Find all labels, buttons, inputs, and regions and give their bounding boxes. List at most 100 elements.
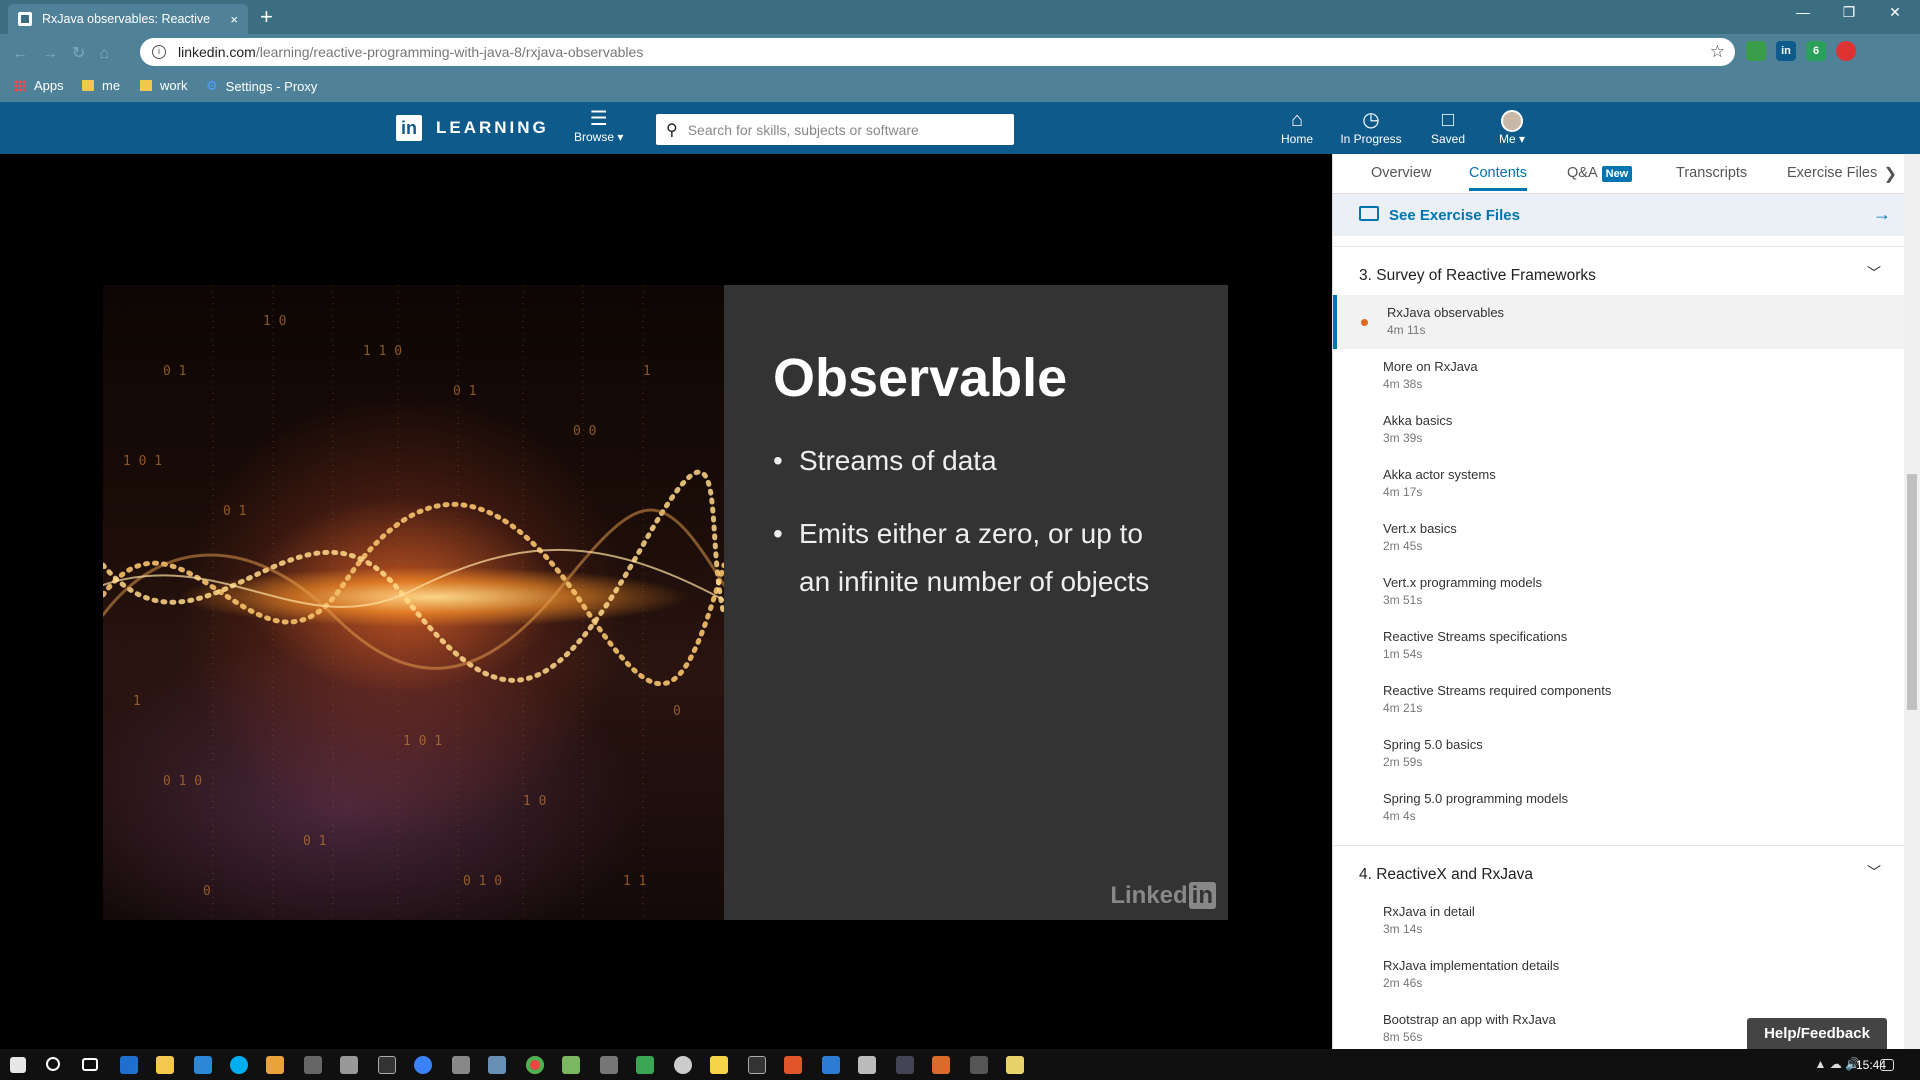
tab-overview[interactable]: Overview [1371, 165, 1431, 181]
video-item[interactable]: More on RxJava 4m 38s [1333, 349, 1905, 403]
bookmark-settings-proxy[interactable]: ⚙ Settings - Proxy [206, 78, 317, 94]
search-icon: ⚲ [666, 121, 678, 139]
slide-title: Observable [773, 348, 1068, 408]
app-icon[interactable] [636, 1056, 654, 1074]
video-item[interactable]: RxJava implementation details 2m 46s [1333, 948, 1905, 1002]
bookmark-star-icon[interactable]: ☆ [1710, 42, 1725, 62]
close-window-icon[interactable]: ✕ [1872, 4, 1918, 21]
profile-icon[interactable] [1836, 41, 1856, 61]
new-badge: New [1601, 166, 1633, 182]
slide-text-panel: Observable Streams of data Emits either … [724, 285, 1228, 920]
app-icon[interactable] [414, 1056, 432, 1074]
app-icon[interactable] [562, 1056, 580, 1074]
video-item[interactable]: Akka actor systems 4m 17s [1333, 457, 1905, 511]
svg-text:0: 0 [673, 704, 681, 719]
section-header[interactable]: 4. ReactiveX and RxJava ﹀ [1333, 846, 1905, 894]
video-item[interactable]: Akka basics 3m 39s [1333, 403, 1905, 457]
svg-text:0 0: 0 0 [573, 424, 596, 439]
tab-qa[interactable]: Q&A New [1567, 165, 1633, 182]
app-icon[interactable] [932, 1056, 950, 1074]
help-feedback-button[interactable]: Help/Feedback [1747, 1018, 1887, 1049]
scrollbar-thumb[interactable] [1907, 474, 1917, 710]
outlook-icon[interactable] [120, 1056, 138, 1074]
svg-text:0: 0 [203, 884, 211, 899]
tab-exercise-files[interactable]: Exercise Files [1787, 165, 1877, 181]
task-view-icon[interactable] [82, 1058, 98, 1071]
sticky-notes-icon[interactable] [710, 1056, 728, 1074]
intellij-icon[interactable] [378, 1056, 396, 1074]
nav-me[interactable]: Me ▾ [1492, 108, 1532, 146]
system-tray[interactable]: ▲ ☁ 🔊 [1815, 1057, 1861, 1071]
video-player[interactable]: 1 0 0 1 1 1 0 0 1 1 0 1 0 0 0 1 1 1 0 1 0 1 0 1 0 0… [0, 154, 1332, 1049]
course-sidebar: Overview Contents Q&A New Transcripts Exe… [1332, 154, 1905, 1049]
svg-text:1 1 0: 1 1 0 [363, 344, 402, 359]
video-item[interactable]: Reactive Streams required components 4m 2… [1333, 673, 1905, 727]
extensions: in 6 [1746, 41, 1856, 61]
extension-badge-icon[interactable]: 6 [1806, 41, 1826, 61]
svg-text:0 1: 0 1 [223, 504, 246, 519]
browser-tab-bar: RxJava observables: Reactive × + — ❐ ✕ [0, 0, 1920, 34]
new-tab-button[interactable]: + [260, 6, 273, 28]
extension-linkedin-icon[interactable]: in [1776, 41, 1796, 61]
tab-close-icon[interactable]: × [230, 12, 238, 27]
search-input[interactable]: ⚲ Search for skills, subjects or softwar… [656, 114, 1014, 145]
browser-tab[interactable]: RxJava observables: Reactive × [8, 4, 248, 34]
contents-list: 3. Survey of Reactive Frameworks ﹀ RxJav… [1333, 246, 1905, 1049]
app-icon[interactable] [748, 1056, 766, 1074]
chevron-down-icon[interactable]: ﹀ [1867, 263, 1881, 283]
slide-bullet: Emits either a zero, or up to an infinit… [773, 510, 1173, 606]
restore-icon[interactable]: ❐ [1826, 4, 1872, 21]
notepad-icon[interactable] [1006, 1056, 1024, 1074]
video-item[interactable]: RxJava observables 4m 11s [1333, 295, 1905, 349]
slide-bullet: Streams of data [773, 437, 1173, 485]
app-icon[interactable] [784, 1056, 802, 1074]
chevron-down-icon[interactable]: ﹀ [1867, 862, 1881, 882]
browse-button[interactable]: ☰ Browse ▾ [574, 108, 623, 144]
video-item[interactable]: Spring 5.0 programming models 4m 4s [1333, 781, 1905, 835]
nav-saved[interactable]: □ Saved [1428, 108, 1468, 146]
app-icon[interactable] [858, 1056, 876, 1074]
bookmark-me[interactable]: me [82, 78, 120, 93]
minimize-icon[interactable]: — [1780, 4, 1826, 20]
video-item[interactable]: Vert.x basics 2m 45s [1333, 511, 1905, 565]
vscode-icon[interactable] [822, 1056, 840, 1074]
skype-icon[interactable] [230, 1056, 248, 1074]
video-item[interactable]: RxJava in detail 3m 14s [1333, 894, 1905, 948]
app-icon[interactable] [340, 1056, 358, 1074]
bookmark-apps[interactable]: Apps [14, 78, 64, 93]
nav-home[interactable]: ⌂ Home [1277, 108, 1317, 146]
linkedin-logo-icon[interactable]: in [396, 115, 422, 141]
app-icon[interactable] [452, 1056, 470, 1074]
app-icon[interactable] [266, 1056, 284, 1074]
folder-icon [140, 80, 152, 91]
app-icon[interactable] [970, 1056, 988, 1074]
nav-in-progress[interactable]: ◷ In Progress [1336, 108, 1406, 146]
edge-icon[interactable] [194, 1056, 212, 1074]
app-icon[interactable] [488, 1056, 506, 1074]
app-icon[interactable] [896, 1056, 914, 1074]
address-bar[interactable]: i linkedin.com/learning/reactive-program… [140, 38, 1735, 66]
app-icon[interactable] [674, 1056, 692, 1074]
start-windows-icon[interactable] [10, 1057, 26, 1073]
video-item[interactable]: Spring 5.0 basics 2m 59s [1333, 727, 1905, 781]
section-header[interactable]: 3. Survey of Reactive Frameworks ﹀ [1333, 247, 1905, 295]
chrome-icon[interactable] [526, 1056, 544, 1074]
video-item[interactable]: Reactive Streams specifications 1m 54s [1333, 619, 1905, 673]
notifications-icon[interactable] [1880, 1059, 1894, 1071]
sidebar-scrollbar[interactable] [1904, 154, 1920, 1049]
browser-nav-buttons[interactable]: ←→↻⌂ [12, 43, 123, 63]
terminal-icon[interactable] [304, 1056, 322, 1074]
file-explorer-icon[interactable] [156, 1056, 174, 1074]
learning-brand[interactable]: LEARNING [436, 118, 549, 138]
see-exercise-files-link[interactable]: See Exercise Files → [1333, 194, 1905, 236]
video-item[interactable]: Vert.x programming models 3m 51s [1333, 565, 1905, 619]
search-icon[interactable] [46, 1057, 60, 1071]
site-info-icon[interactable]: i [152, 45, 166, 59]
app-icon[interactable] [600, 1056, 618, 1074]
tab-transcripts[interactable]: Transcripts [1676, 165, 1747, 181]
extension-google-icon[interactable] [1746, 41, 1766, 61]
tab-contents[interactable]: Contents [1469, 165, 1528, 191]
chevron-right-icon[interactable]: ❯ [1884, 164, 1897, 184]
clock-icon: ◷ [1362, 109, 1380, 131]
bookmark-work[interactable]: work [140, 78, 187, 93]
